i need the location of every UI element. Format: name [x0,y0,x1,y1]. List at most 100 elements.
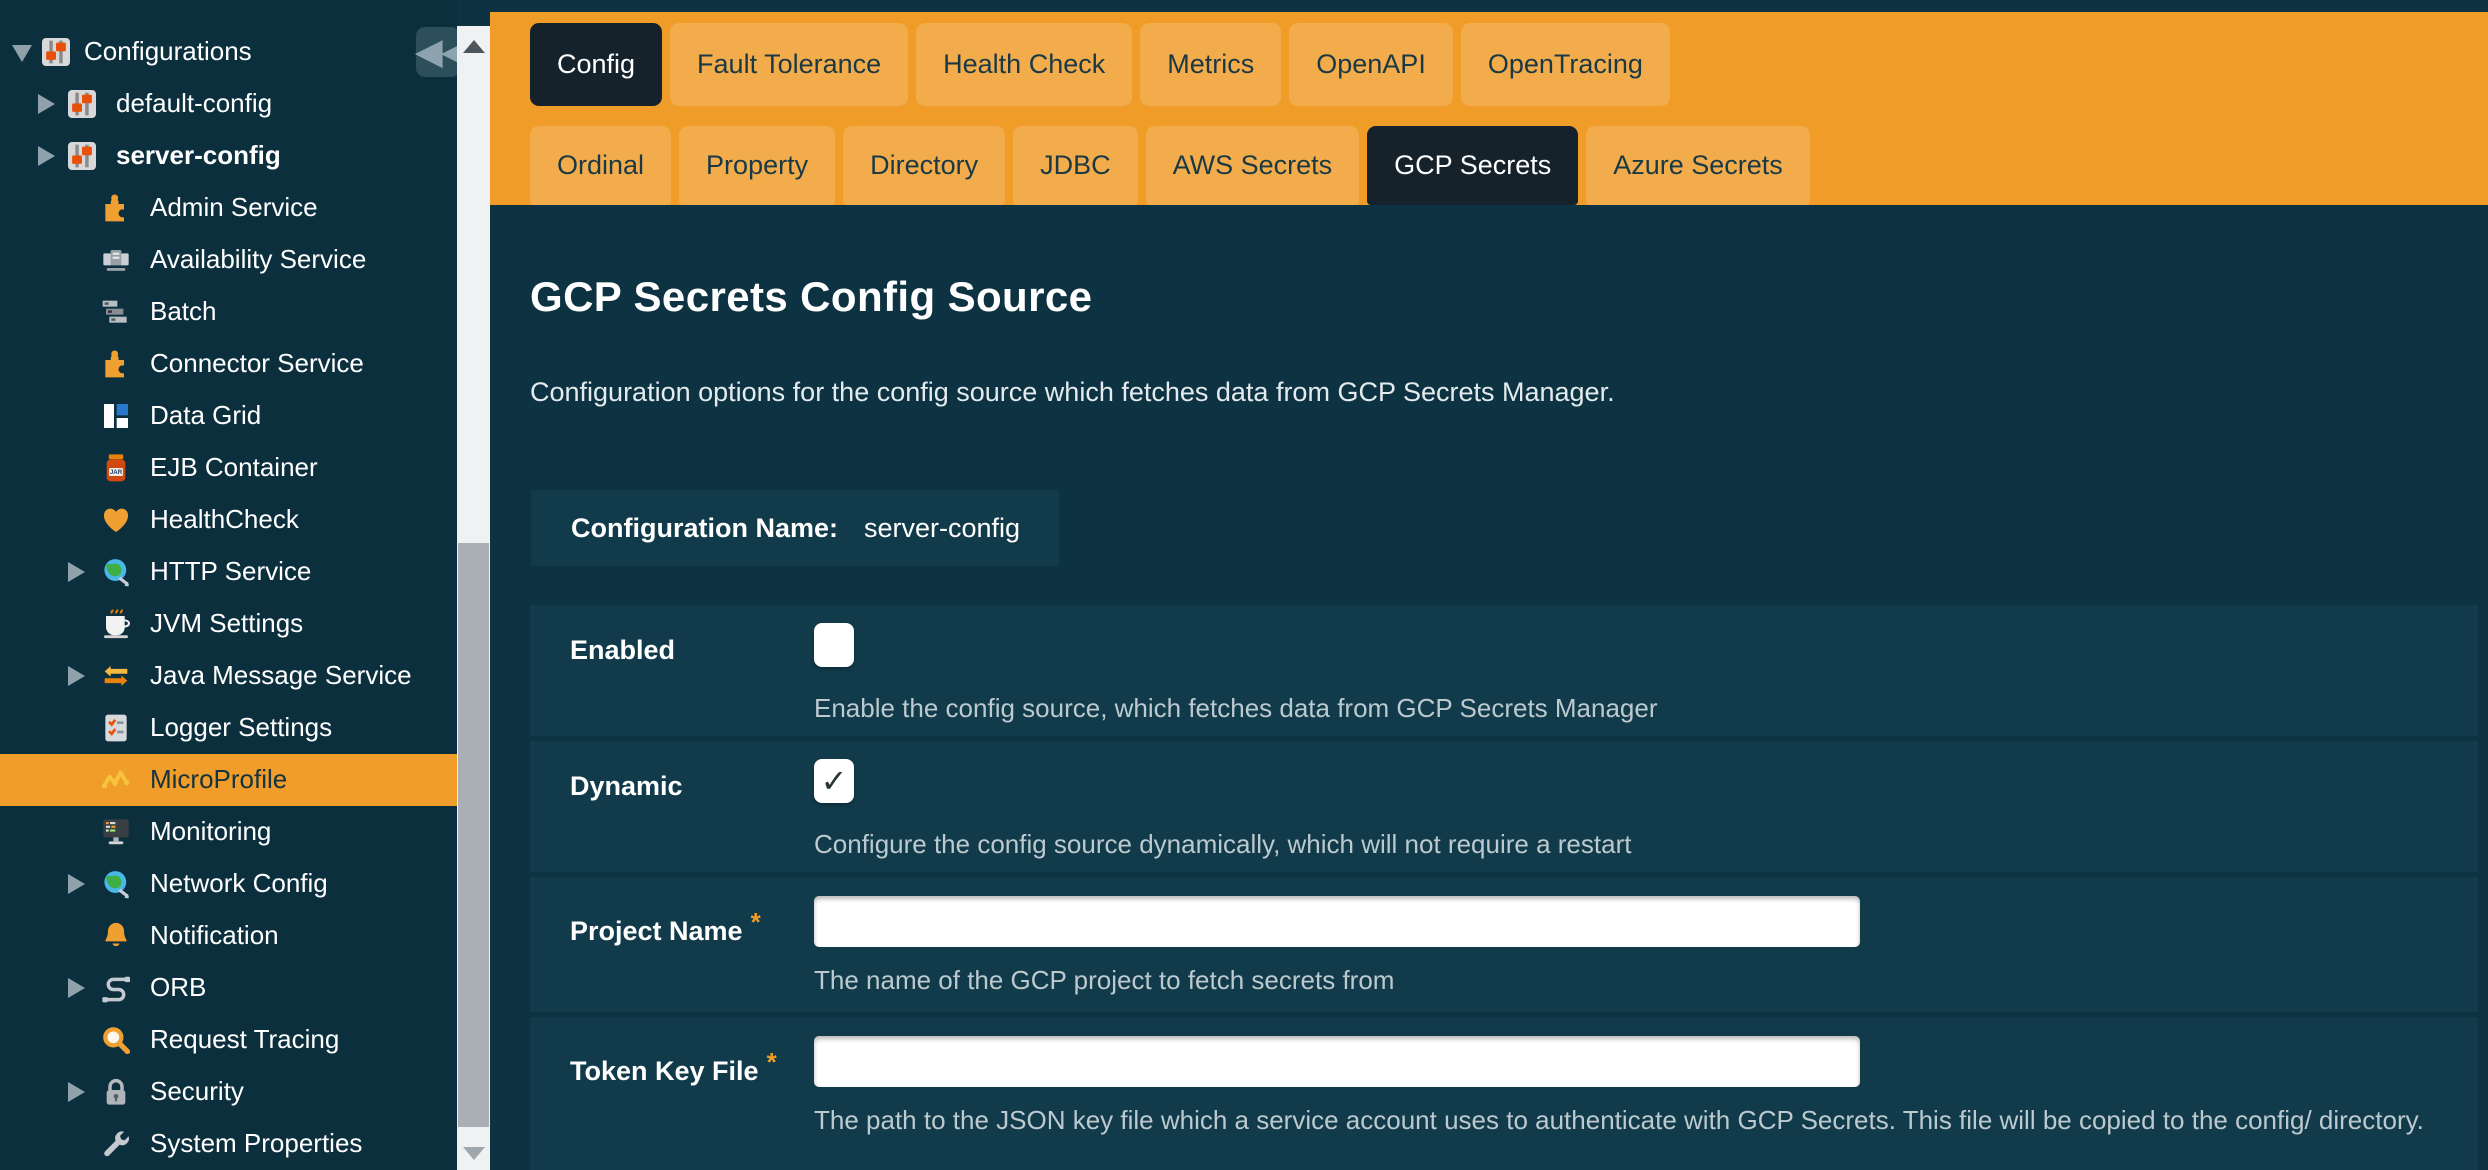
triangle-right-icon[interactable] [38,94,55,114]
tree-item-jvm-settings[interactable]: JVM Settings [0,598,457,650]
tree-item-request-tracing[interactable]: Request Tracing [0,1014,457,1066]
tree-item-label: server-config [116,140,281,171]
project-name-input[interactable] [814,896,1860,947]
triangle-right-icon[interactable] [68,874,85,894]
tab-fault-tolerance[interactable]: Fault Tolerance [670,23,908,106]
tab-opentracing[interactable]: OpenTracing [1461,23,1670,106]
config-sliders-icon [40,36,72,68]
scroll-down-icon[interactable] [463,1147,485,1160]
main-area: ConfigFault ToleranceHealth CheckMetrics… [490,0,2488,1170]
puzzle-icon [100,348,132,380]
tree-item-configurations[interactable]: Configurations [0,26,457,78]
field-control-dynamic: ✓Configure the config source dynamically… [814,741,2458,872]
tree-item-availability-service[interactable]: Availability Service [0,234,457,286]
tree-item-default-config[interactable]: default-config [0,78,457,130]
tree-item-label: MicroProfile [150,764,287,795]
tree-item-data-grid[interactable]: Data Grid [0,390,457,442]
svg-text:JAR: JAR [110,469,123,476]
tab-jdbc[interactable]: JDBC [1013,126,1138,205]
tree-item-healthcheck[interactable]: HealthCheck [0,494,457,546]
config-sliders-icon [66,140,98,172]
field-control-token-key-file: The path to the JSON key file which a se… [814,1017,2458,1170]
tree-item-label: Data Grid [150,400,261,431]
tab-property[interactable]: Property [679,126,835,205]
tree-item-label: JVM Settings [150,608,303,639]
form-row-project-name: Project Name*The name of the GCP project… [530,877,2478,1012]
scroll-up-icon[interactable] [463,40,485,53]
tab-azure-secrets[interactable]: Azure Secrets [1586,126,1810,205]
triangle-right-icon[interactable] [68,978,85,998]
tree-item-security[interactable]: Security [0,1066,457,1118]
page-description: Configuration options for the config sou… [530,377,1615,408]
triangle-down-icon[interactable] [12,45,32,62]
tab-config[interactable]: Config [530,23,662,106]
tree-item-label: Request Tracing [150,1024,339,1055]
config-sliders-icon [66,88,98,120]
field-label-text: Token Key File [570,1056,759,1086]
tree-item-label: Connector Service [150,348,364,379]
tab-metrics[interactable]: Metrics [1140,23,1281,106]
triangle-right-icon[interactable] [68,1082,85,1102]
tree-item-http-service[interactable]: HTTP Service [0,546,457,598]
triangle-right-icon[interactable] [68,562,85,582]
tree-item-logger-settings[interactable]: Logger Settings [0,702,457,754]
content-area: GCP Secrets Config Source Configuration … [530,205,2488,1170]
tree-item-label: Monitoring [150,816,271,847]
tab-aws-secrets[interactable]: AWS Secrets [1146,126,1360,205]
tree-item-monitoring[interactable]: Monitoring [0,806,457,858]
tree-item-connector-service[interactable]: Connector Service [0,338,457,390]
tab-health-check[interactable]: Health Check [916,23,1132,106]
tree-item-server-config[interactable]: server-config [0,130,457,182]
tree-item-label: HTTP Service [150,556,311,587]
tab-gcp-secrets[interactable]: GCP Secrets [1367,126,1578,205]
configuration-name-value: server-config [864,513,1020,544]
field-label-enabled: Enabled [570,635,675,666]
scrollbar-thumb[interactable] [458,543,489,1127]
tree-item-microprofile[interactable]: MicroProfile [0,754,457,806]
tree-item-label: ORB [150,972,206,1003]
cable-icon [100,972,132,1004]
tree-item-admin-service[interactable]: Admin Service [0,182,457,234]
collapse-chevrons-icon: ◀◀ [416,33,457,71]
globe-icon [100,868,132,900]
arrows-icon [100,660,132,692]
field-help-token-key-file: The path to the JSON key file which a se… [814,1105,2424,1136]
triangle-right-icon[interactable] [68,666,85,686]
tree-item-label: Security [150,1076,244,1107]
tree-item-label: Java Message Service [150,660,412,691]
field-help-project-name: The name of the GCP project to fetch sec… [814,965,1394,996]
sidebar-collapse-button[interactable]: ◀◀ [416,27,457,77]
field-label-token-key-file: Token Key File* [570,1047,777,1087]
coffee-icon [100,608,132,640]
form-row-token-key-file: Token Key File* The path to the JSON key … [530,1017,2478,1170]
dynamic-checkbox[interactable]: ✓ [814,759,854,803]
configuration-name-panel: Configuration Name: server-config [531,490,1059,566]
tab-openapi[interactable]: OpenAPI [1289,23,1453,106]
field-label-dynamic: Dynamic [570,771,683,802]
sidebar-scrollbar[interactable] [457,26,490,1170]
globe-icon [100,556,132,588]
primary-tabs: ConfigFault ToleranceHealth CheckMetrics… [530,23,1670,106]
tree-item-system-properties[interactable]: System Properties [0,1118,457,1170]
tree-item-label: Configurations [84,36,252,67]
sidebar: Configurations default-config server-confi… [0,0,457,1170]
heart-icon [100,504,132,536]
tab-directory[interactable]: Directory [843,126,1005,205]
configuration-name-label: Configuration Name: [571,513,838,544]
monitor-icon [100,816,132,848]
triangle-right-icon[interactable] [38,146,55,166]
tree-item-java-message-service[interactable]: Java Message Service [0,650,457,702]
bell-icon [100,920,132,952]
token-key-file-input[interactable] [814,1036,1860,1087]
field-control-project-name: The name of the GCP project to fetch sec… [814,877,2458,1012]
tree-item-orb[interactable]: ORB [0,962,457,1014]
config-form: EnabledEnable the config source, which f… [530,605,2478,1170]
tree-item-label: default-config [116,88,272,119]
tree-item-batch[interactable]: Batch [0,286,457,338]
tree-item-label: Batch [150,296,217,327]
tree-item-notification[interactable]: Notification [0,910,457,962]
enabled-checkbox[interactable] [814,623,854,667]
tree-item-ejb-container[interactable]: JAREJB Container [0,442,457,494]
tab-ordinal[interactable]: Ordinal [530,126,671,205]
tree-item-network-config[interactable]: Network Config [0,858,457,910]
